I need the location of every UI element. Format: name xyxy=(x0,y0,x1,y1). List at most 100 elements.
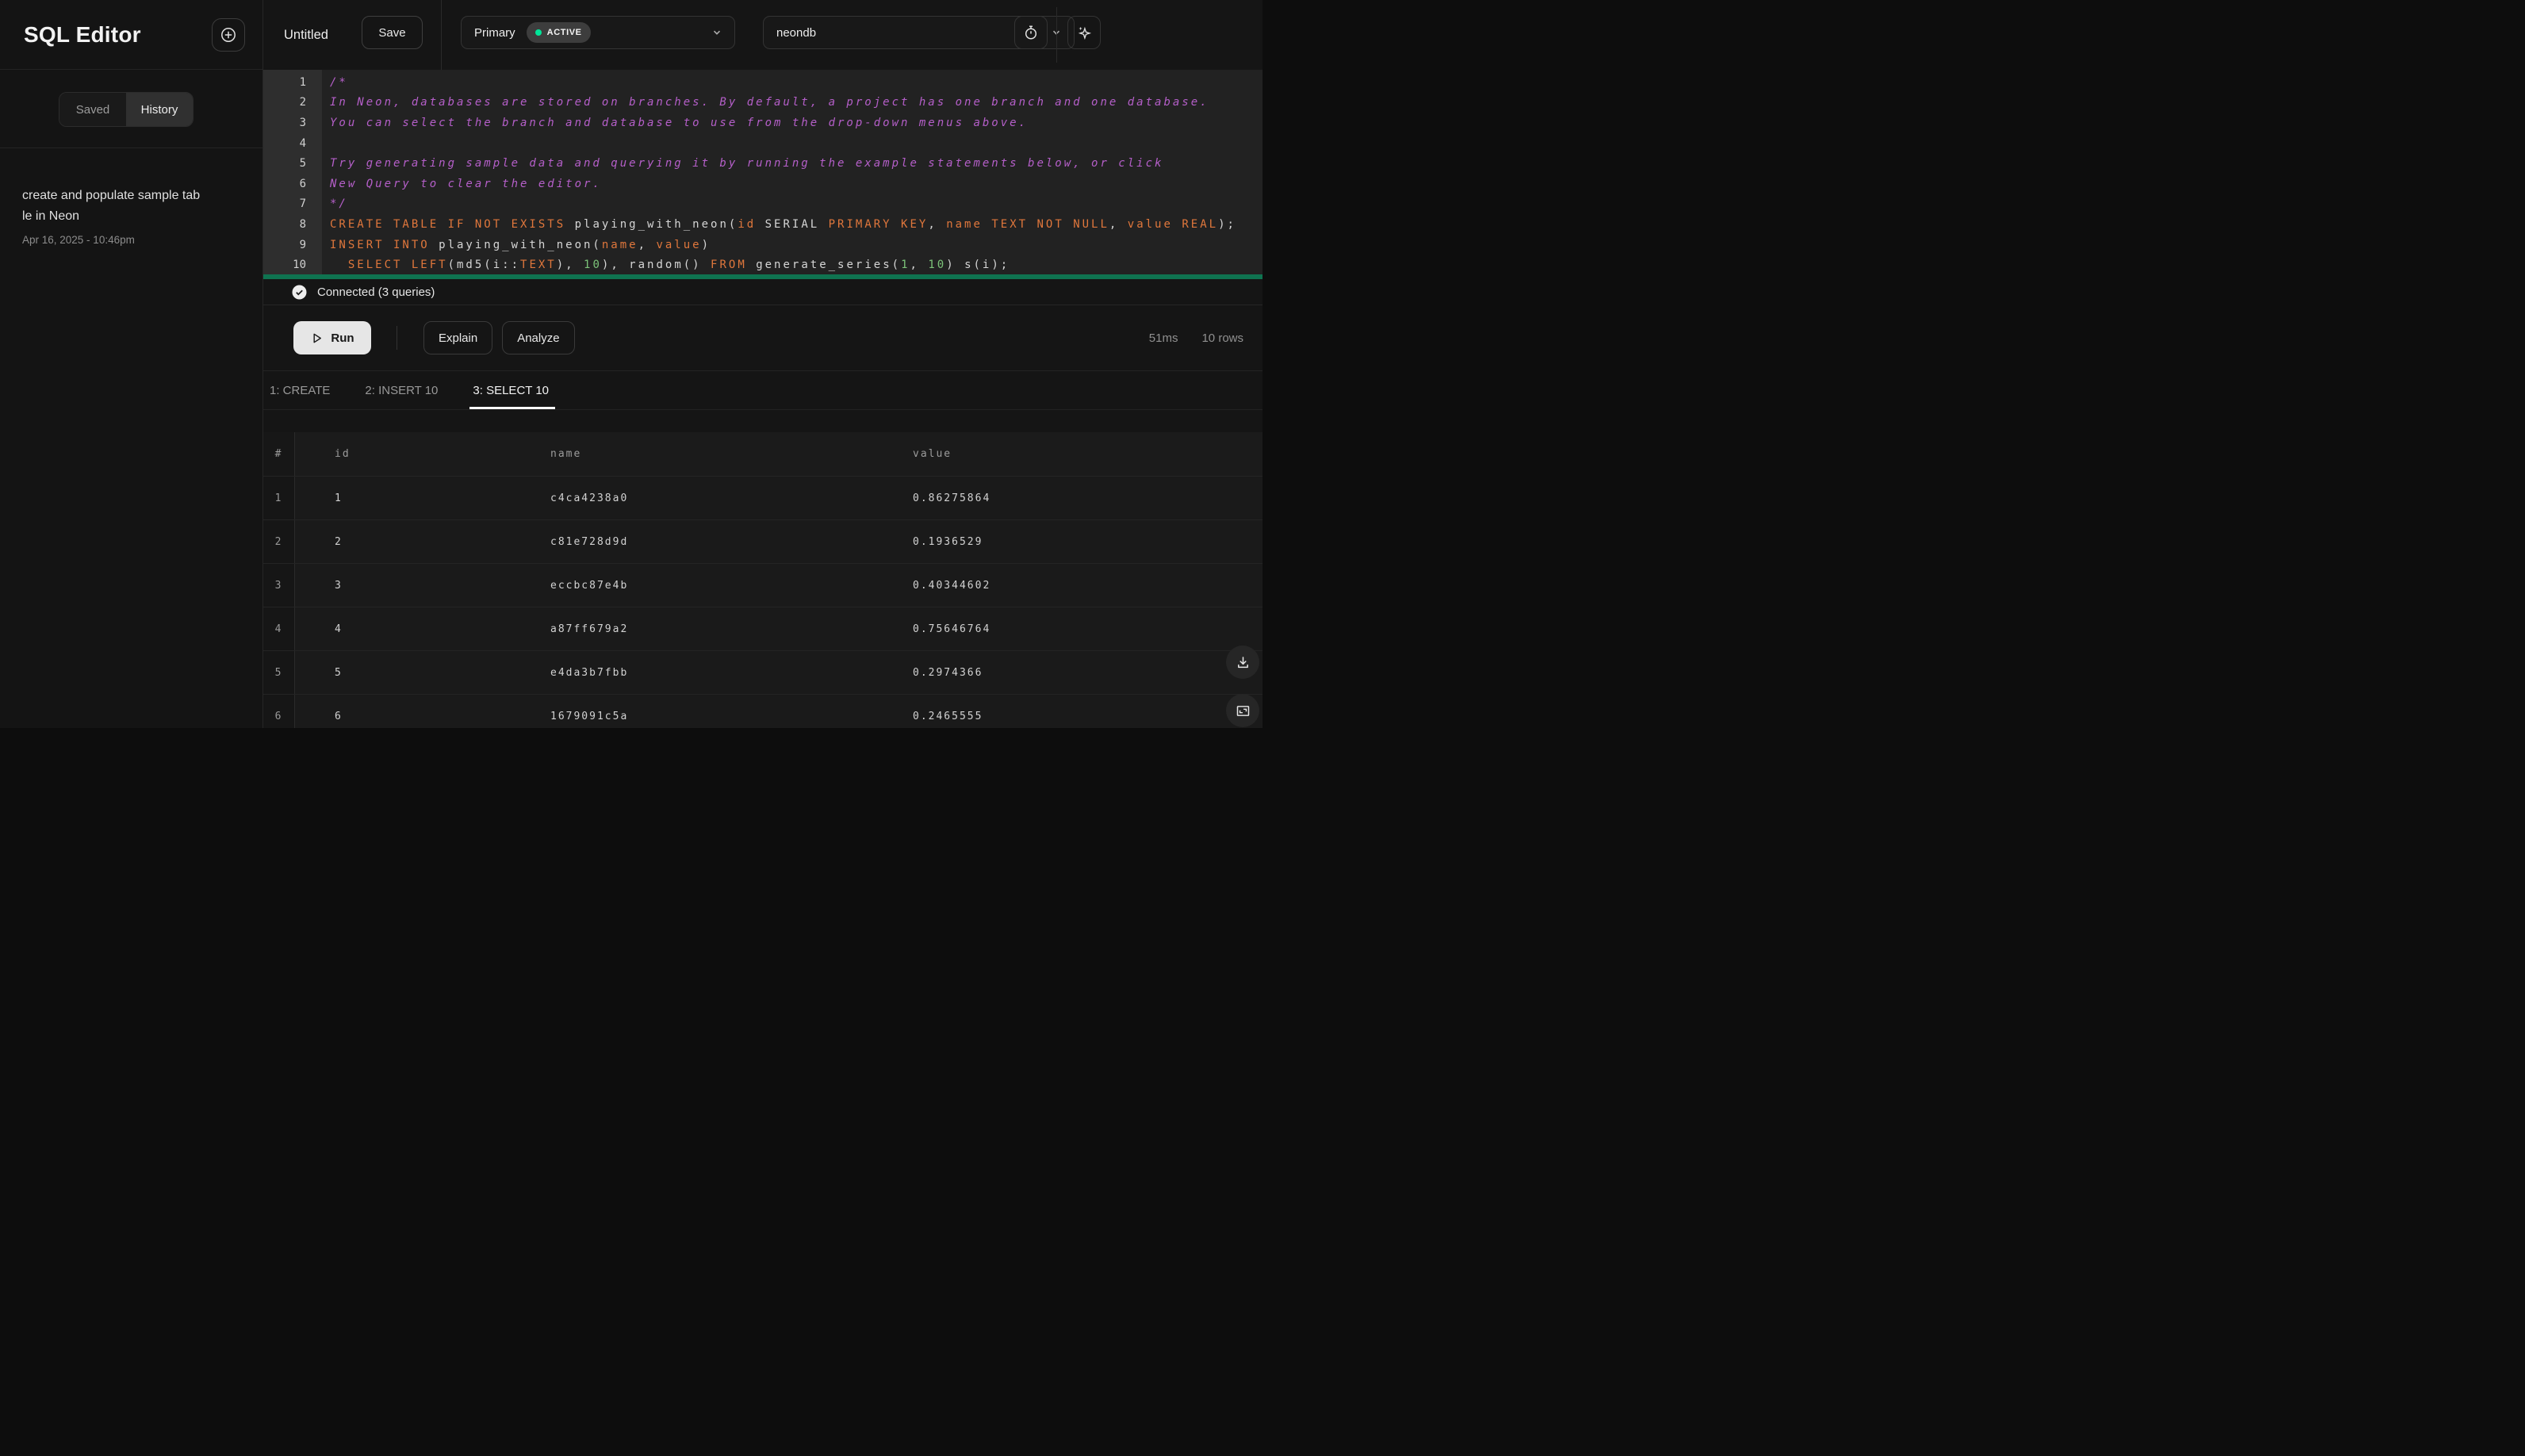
active-status-dot xyxy=(535,29,542,36)
code-lines: 1 /* 2 In Neon, databases are stored on bra… xyxy=(263,70,1262,274)
code-line-content: */ xyxy=(322,197,348,210)
cell-name: e4da3b7fbb xyxy=(550,666,629,679)
code-line-content: In Neon, databases are stored on branche… xyxy=(322,96,1209,109)
column-header-index: # xyxy=(263,432,295,476)
cell-id: 5 xyxy=(335,666,343,679)
column-header-name: name xyxy=(550,448,582,460)
saved-history-toggle: Saved History xyxy=(59,92,193,127)
code-token: FROM xyxy=(711,259,747,272)
topbar-divider xyxy=(1056,7,1057,63)
cell-value: 0.2974366 xyxy=(913,666,983,679)
line-number: 9 xyxy=(299,238,306,251)
check-circle-icon xyxy=(292,285,307,300)
code-token: 1 xyxy=(901,259,910,272)
result-tab[interactable]: 3: SELECT 10 xyxy=(469,371,555,409)
line-number: 2 xyxy=(299,96,306,109)
download-results-button[interactable] xyxy=(1226,646,1259,679)
code-token: playing_with_neon( xyxy=(565,217,738,231)
code-line-content: New Query to clear the editor. xyxy=(322,178,602,190)
cell-id: 1 xyxy=(335,492,343,504)
cell-index: 1 xyxy=(263,477,295,519)
line-number: 7 xyxy=(299,197,306,211)
cell-id: 4 xyxy=(335,623,343,635)
table-header-row: # id name value xyxy=(263,432,1262,476)
expand-results-button[interactable] xyxy=(1226,694,1259,727)
query-row-count: 10 rows xyxy=(1201,331,1243,345)
history-item-title: create and populate sample table in Neon xyxy=(22,189,201,223)
cell-id: 2 xyxy=(335,535,343,548)
table-body: 1 1 c4ca4238a0 0.86275864 2 2 c81e728d9d 0.1936… xyxy=(263,476,1262,728)
tab-history[interactable]: History xyxy=(126,93,193,126)
cell-index: 5 xyxy=(263,651,295,694)
code-token: SERIAL xyxy=(756,217,829,231)
result-tab[interactable]: 1: CREATE xyxy=(268,371,331,409)
cell-value: 0.2465555 xyxy=(913,710,983,722)
code-token: , xyxy=(638,238,657,251)
chevron-down-icon xyxy=(711,26,723,39)
connection-status-text: Connected (3 queries) xyxy=(317,285,435,299)
code-token: 10 xyxy=(584,259,602,272)
code-line-content: CREATE TABLE IF NOT EXISTS playing_with_… xyxy=(322,218,1236,231)
line-number: 5 xyxy=(299,157,306,171)
line-number: 10 xyxy=(293,259,306,272)
branch-status-badge: ACTIVE xyxy=(526,22,591,43)
sql-code-editor[interactable]: 1 /* 2 In Neon, databases are stored on bra… xyxy=(263,70,1262,274)
code-line-content: SELECT LEFT(md5(i::TEXT), 10), random() … xyxy=(322,259,1010,271)
result-tabs: 1: CREATE 2: INSERT 10 3: SELECT 10 xyxy=(263,371,1262,410)
run-button[interactable]: Run xyxy=(293,321,371,354)
code-token: , xyxy=(1109,217,1128,231)
save-button[interactable]: Save xyxy=(362,16,423,49)
result-tab[interactable]: 2: INSERT 10 xyxy=(363,371,439,409)
page-title: SQL Editor xyxy=(24,21,141,47)
ai-assist-button[interactable] xyxy=(1067,16,1101,49)
new-query-button[interactable] xyxy=(212,17,245,52)
cell-value: 0.40344602 xyxy=(913,579,991,592)
cell-index: 4 xyxy=(263,607,295,650)
code-token: INSERT INTO xyxy=(330,238,430,251)
table-row: 5 5 e4da3b7fbb 0.2974366 xyxy=(263,650,1262,694)
branch-selector[interactable]: Primary ACTIVE xyxy=(461,16,735,49)
explain-button[interactable]: Explain xyxy=(423,321,493,354)
results-panel: # id name value 1 1 c4ca4238a0 0.86275864 2 2… xyxy=(263,410,1262,728)
cell-value: 0.86275864 xyxy=(913,492,991,504)
code-line-content: You can select the branch and database t… xyxy=(322,117,1028,129)
table-row: 4 4 a87ff679a2 0.75646764 xyxy=(263,607,1262,650)
history-item[interactable]: create and populate sample table in Neon… xyxy=(0,148,262,246)
code-token: CREATE TABLE IF NOT EXISTS xyxy=(330,217,566,231)
query-history-timer-button[interactable] xyxy=(1014,16,1048,49)
cell-id: 6 xyxy=(335,710,343,722)
topbar-divider xyxy=(441,0,442,70)
line-number: 1 xyxy=(299,75,306,89)
code-line: 2 In Neon, databases are stored on branch… xyxy=(263,93,1262,113)
code-line: 1 /* xyxy=(263,72,1262,93)
code-token: name TEXT NOT NULL xyxy=(946,217,1109,231)
tab-saved[interactable]: Saved xyxy=(59,93,126,126)
cell-name: c4ca4238a0 xyxy=(550,492,629,504)
cell-name: c81e728d9d xyxy=(550,535,629,548)
table-row: 1 1 c4ca4238a0 0.86275864 xyxy=(263,476,1262,519)
cell-index: 6 xyxy=(263,695,295,728)
stopwatch-icon xyxy=(1022,24,1040,41)
cell-value: 0.1936529 xyxy=(913,535,983,548)
code-token: value xyxy=(656,238,702,251)
analyze-button[interactable]: Analyze xyxy=(502,321,575,354)
cell-name: eccbc87e4b xyxy=(550,579,629,592)
code-line: 3 You can select the branch and database … xyxy=(263,113,1262,133)
branch-status-label: ACTIVE xyxy=(546,28,582,37)
sidebar-header: SQL Editor xyxy=(0,0,262,70)
cell-value: 0.75646764 xyxy=(913,623,991,635)
code-token: generate_series( xyxy=(746,259,902,272)
column-header-value: value xyxy=(913,448,952,460)
line-number: 8 xyxy=(299,217,306,231)
line-number: 3 xyxy=(299,116,306,129)
code-line: 7 */ xyxy=(263,194,1262,215)
cell-name: 1679091c5a xyxy=(550,710,629,722)
code-token: ); xyxy=(1218,217,1236,231)
code-line-content: Try generating sample data and querying … xyxy=(322,157,1163,170)
code-line: 4 xyxy=(263,133,1262,154)
code-line: 10 SELECT LEFT(md5(i::TEXT), 10), random… xyxy=(263,255,1262,274)
code-line: 6 New Query to clear the editor. xyxy=(263,174,1262,194)
cell-index: 3 xyxy=(263,564,295,607)
code-token: ) s(i); xyxy=(946,259,1010,272)
code-token: ), random() xyxy=(601,259,711,272)
